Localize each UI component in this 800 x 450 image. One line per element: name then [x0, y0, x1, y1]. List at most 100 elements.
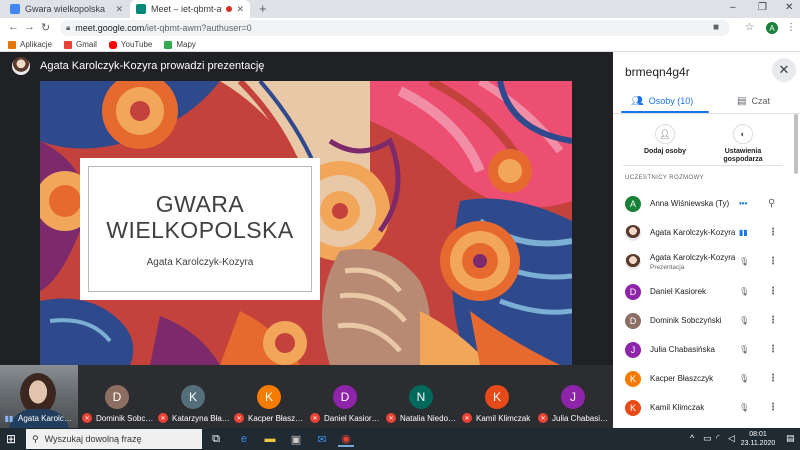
more-options-icon[interactable]: ⋮: [768, 227, 778, 238]
file-explorer-icon[interactable]: ▬: [262, 431, 278, 447]
tile-name: Julia Chabasi…: [552, 413, 609, 423]
participant-name: Julia Chabasińska: [650, 345, 715, 354]
participant-row[interactable]: J Julia Chabasińska 🎙︎ ⋮: [613, 335, 790, 364]
new-tab-button[interactable]: +: [259, 2, 267, 16]
bookmark-maps[interactable]: Mapy: [164, 40, 196, 49]
lock-icon: 🔒︎: [66, 23, 71, 32]
mic-off-icon: ✕: [234, 413, 244, 423]
browser-tab-gwara[interactable]: Gwara wielkopolska ✕: [4, 0, 129, 18]
video-tile[interactable]: K ✕ Kamil Klimczak: [458, 365, 536, 428]
host-settings-button[interactable]: ◐ Ustawienia gospodarza: [703, 124, 783, 164]
clock-date: 23.11.2020: [740, 440, 776, 447]
tile-label: ✕ Kamil Klimczak: [462, 412, 536, 424]
menu-dots-icon[interactable]: ⋮: [786, 22, 796, 33]
tab-close-icon[interactable]: ✕: [115, 4, 123, 15]
taskbar-search-box[interactable]: ⚲ Wyszukaj dowolną frazę: [26, 429, 202, 449]
minimize-button[interactable]: –: [730, 2, 736, 13]
presenter-bar: Agata Karolczyk-Kozyra prowadzi prezenta…: [0, 52, 613, 80]
browser-tab-bar: Gwara wielkopolska ✕ Meet – iet-qbmt-awm…: [0, 0, 800, 18]
video-tile[interactable]: D ✕ Dominik Sobc…: [78, 365, 156, 428]
tile-avatar: J: [561, 385, 585, 409]
tile-avatar: K: [181, 385, 205, 409]
apps-grid-icon: [8, 40, 16, 49]
close-panel-button[interactable]: ✕: [772, 58, 796, 82]
bookmarks-bar: Aplikacje Gmail YouTube Mapy: [0, 38, 800, 52]
mic-off-icon: 🎙︎: [739, 316, 750, 325]
video-tile-presenter[interactable]: ▮▮ Agata Karolc…: [0, 365, 78, 428]
slide-title: GWARA WIELKOPOLSKA: [106, 191, 294, 243]
video-tile[interactable]: K ✕ Katarzyna Bła…: [154, 365, 232, 428]
mail-icon[interactable]: ✉: [314, 431, 330, 447]
participant-row[interactable]: Agata Karolczyk-Kozyra Prezentacja 🎙︎ ⋮: [613, 247, 790, 276]
participant-row[interactable]: A Anna Wiśniewska (Ty) ••• ⚲: [613, 189, 790, 218]
url-host: meet.google.com: [75, 23, 145, 33]
video-tile[interactable]: N ✕ Natalia Niedo…: [382, 365, 460, 428]
tab-chat[interactable]: ▤ Czat: [737, 88, 770, 114]
bookmark-youtube[interactable]: YouTube: [108, 40, 152, 49]
more-options-icon[interactable]: ⋮: [768, 315, 778, 326]
chrome-icon[interactable]: ◉: [338, 431, 354, 447]
pin-icon[interactable]: ⚲: [768, 198, 775, 209]
more-options-icon[interactable]: ⋮: [768, 286, 778, 297]
participant-row[interactable]: D Dominik Sobczyński 🎙︎ ⋮: [613, 306, 790, 335]
tab-close-icon[interactable]: ✕: [236, 4, 244, 15]
more-options-icon[interactable]: ⋮: [768, 256, 778, 267]
mic-off-icon: 🎙︎: [739, 257, 750, 266]
presenter-avatar: [12, 57, 30, 75]
tile-label: ✕ Dominik Sobc…: [82, 412, 156, 424]
meet-favicon-icon: [136, 4, 146, 14]
forward-arrow-icon[interactable]: →: [24, 21, 35, 33]
browser-tab-meet[interactable]: Meet – iet-qbmt-awm ✕: [130, 0, 250, 18]
participant-row[interactable]: K Kamil Klimczak 🎙︎ ⋮: [613, 393, 790, 422]
volume-icon[interactable]: ◁: [728, 433, 735, 444]
participant-row[interactable]: D Daniel Kasiorek 🎙︎ ⋮: [613, 277, 790, 306]
task-view-icon[interactable]: ⧉: [208, 431, 224, 447]
wifi-icon[interactable]: ◜: [716, 433, 720, 444]
close-window-button[interactable]: ✕: [785, 2, 793, 13]
maximize-button[interactable]: ❐: [758, 2, 767, 13]
back-arrow-icon[interactable]: ←: [8, 21, 19, 33]
taskbar-clock[interactable]: 08:01 23.11.2020: [738, 430, 778, 448]
clock-time: 08:01: [749, 431, 767, 438]
notification-icon[interactable]: ▤: [786, 433, 795, 444]
store-icon[interactable]: ▣: [288, 431, 304, 447]
windows-start-icon[interactable]: ⊞: [6, 432, 16, 446]
bookmark-gmail[interactable]: Gmail: [64, 40, 97, 49]
mic-off-icon: 🎙︎: [739, 403, 750, 412]
tile-avatar: D: [105, 385, 129, 409]
tile-name: Katarzyna Bła…: [172, 413, 230, 423]
video-tile[interactable]: J ✕ Julia Chabasi…: [534, 365, 612, 428]
star-icon[interactable]: ☆: [745, 22, 754, 33]
reload-icon[interactable]: ↻: [41, 21, 50, 34]
youtube-icon: [108, 40, 117, 49]
video-tile[interactable]: D ✕ Daniel Kasior…: [306, 365, 384, 428]
tile-name: Natalia Niedo…: [400, 413, 457, 423]
mic-off-icon: ✕: [158, 413, 168, 423]
participant-row[interactable]: K Kacper Błaszczyk 🎙︎ ⋮: [613, 364, 790, 393]
presenter-label: Agata Karolczyk-Kozyra prowadzi prezenta…: [40, 60, 265, 72]
tile-avatar: K: [485, 385, 509, 409]
network-icon[interactable]: ▭: [703, 433, 712, 444]
bookmark-apps[interactable]: Aplikacje: [8, 40, 52, 49]
tile-avatar: K: [257, 385, 281, 409]
participant-avatar: A: [625, 195, 641, 212]
tray-up-arrow-icon[interactable]: ^: [690, 433, 694, 443]
mic-off-icon: 🎙︎: [739, 345, 750, 354]
host-settings-label: Ustawienia gospodarza: [723, 148, 763, 163]
address-bar[interactable]: 🔒︎ meet.google.com /iet-qbmt-awm?authuse…: [60, 20, 730, 36]
profile-avatar[interactable]: A: [766, 22, 778, 34]
tile-name: Daniel Kasior…: [324, 413, 380, 423]
edge-icon[interactable]: e: [236, 431, 252, 447]
more-options-icon[interactable]: ⋮: [768, 402, 778, 413]
participant-row[interactable]: Agata Karolczyk-Kozyra ▮▮ ⋮: [613, 218, 790, 247]
mic-on-icon: ▮▮: [4, 413, 14, 423]
panel-scrollbar[interactable]: [794, 114, 798, 174]
add-people-button[interactable]: 👤︎ Dodaj osoby: [625, 124, 705, 156]
camera-icon[interactable]: ■: [713, 22, 719, 33]
slide-title-line1: GWARA: [155, 190, 245, 217]
tile-name: Kamil Klimczak: [476, 413, 531, 423]
video-tile[interactable]: K ✕ Kacper Błasz…: [230, 365, 308, 428]
url-path: /iet-qbmt-awm?authuser=0: [144, 23, 252, 33]
more-options-icon[interactable]: ⋮: [768, 373, 778, 384]
more-options-icon[interactable]: ⋮: [768, 344, 778, 355]
